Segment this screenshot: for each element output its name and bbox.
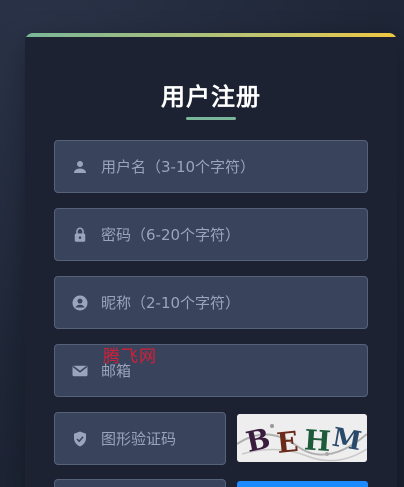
password-placeholder: 密码（6-20个字符） bbox=[101, 226, 241, 244]
page: 用户注册 用户名（3-10个字符） 密码（6-20个字符） 昵称（2-10个字符… bbox=[0, 0, 404, 487]
password-field[interactable]: 密码（6-20个字符） bbox=[54, 208, 368, 261]
svg-text:M: M bbox=[330, 423, 364, 458]
card-accent-bar bbox=[25, 33, 397, 37]
mail-icon bbox=[71, 362, 89, 380]
captcha-field[interactable]: 图形验证码 bbox=[54, 412, 226, 465]
watermark-text: 腾飞网 bbox=[103, 347, 157, 367]
register-card: 用户注册 用户名（3-10个字符） 密码（6-20个字符） 昵称（2-10个字符… bbox=[25, 33, 397, 487]
title-underline bbox=[186, 117, 236, 120]
user-icon bbox=[71, 158, 89, 176]
page-title: 用户注册 bbox=[161, 83, 261, 111]
account-circle-icon bbox=[71, 294, 89, 312]
nickname-placeholder: 昵称（2-10个字符） bbox=[101, 294, 241, 312]
email-field[interactable]: 邮箱 bbox=[54, 344, 368, 397]
shield-check-icon bbox=[71, 430, 89, 448]
svg-text:H: H bbox=[303, 423, 332, 458]
lock-icon bbox=[71, 226, 89, 244]
next-field-partial[interactable] bbox=[54, 479, 226, 487]
captcha-image[interactable]: B E H M bbox=[237, 414, 367, 462]
username-field[interactable]: 用户名（3-10个字符） bbox=[54, 140, 368, 193]
captcha-placeholder: 图形验证码 bbox=[101, 430, 177, 448]
username-placeholder: 用户名（3-10个字符） bbox=[101, 158, 256, 176]
nickname-field[interactable]: 昵称（2-10个字符） bbox=[54, 276, 368, 329]
svg-text:E: E bbox=[275, 425, 300, 460]
primary-button-partial[interactable] bbox=[237, 481, 368, 487]
